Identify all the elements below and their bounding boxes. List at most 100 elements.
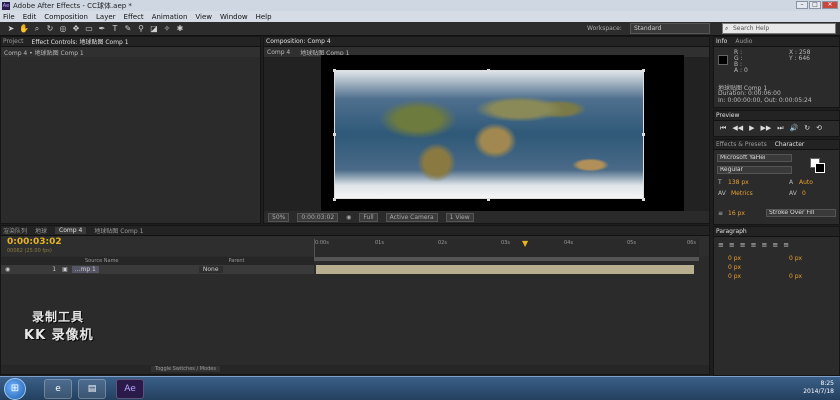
menu-edit[interactable]: Edit <box>23 13 37 21</box>
playhead-icon[interactable]: ▼ <box>522 239 528 248</box>
menu-layer[interactable]: Layer <box>96 13 116 21</box>
align-left-icon[interactable]: ≡ <box>718 241 724 249</box>
tab-effects-presets[interactable]: Effects & Presets <box>716 141 767 148</box>
font-size-value[interactable]: 138 px <box>728 179 749 186</box>
tab-project[interactable]: Project <box>3 38 24 45</box>
next-frame-button[interactable]: ▶▶ <box>760 124 771 133</box>
toggle-switches-modes-button[interactable]: Toggle Switches / Modes <box>151 366 220 372</box>
pan-behind-tool-icon[interactable]: ✥ <box>71 24 81 34</box>
tab-preview[interactable]: Preview <box>716 112 739 119</box>
align-center-icon[interactable]: ≡ <box>729 241 735 249</box>
transform-handle[interactable] <box>642 69 645 72</box>
work-area-bar[interactable] <box>314 257 699 261</box>
transform-handle[interactable] <box>333 198 336 201</box>
indent-left-value[interactable]: 0 px <box>728 255 741 262</box>
hand-tool-icon[interactable]: ✋ <box>19 24 29 34</box>
system-clock[interactable]: 8:25 2014/7/18 <box>803 380 834 396</box>
transform-handle[interactable] <box>642 198 645 201</box>
clone-tool-icon[interactable]: ⚲ <box>136 24 146 34</box>
justify-center-icon[interactable]: ≡ <box>762 241 768 249</box>
start-button[interactable]: ⊞ <box>4 378 26 400</box>
file-explorer-icon[interactable]: ▤ <box>78 379 106 399</box>
font-family-select[interactable]: Microsoft YaHei <box>717 154 792 162</box>
world-map-layer[interactable] <box>334 70 644 199</box>
resolution-select[interactable]: Full <box>359 212 378 222</box>
align-right-icon[interactable]: ≡ <box>740 241 746 249</box>
eraser-tool-icon[interactable]: ◪ <box>149 24 159 34</box>
tab-composition[interactable]: Composition: Comp 4 <box>266 38 331 45</box>
tab-comp4[interactable]: Comp 4 <box>55 227 87 234</box>
zoom-select[interactable]: 50% <box>268 212 290 222</box>
tab-info[interactable]: Info <box>716 38 727 45</box>
transform-handle[interactable] <box>487 198 490 201</box>
rotate-tool-icon[interactable]: ↻ <box>45 24 55 34</box>
first-frame-button[interactable]: ⏮ <box>720 124 726 133</box>
stroke-color-swatch[interactable] <box>815 163 825 173</box>
justify-right-icon[interactable]: ≡ <box>772 241 778 249</box>
camera-tool-icon[interactable]: ◎ <box>58 24 68 34</box>
close-button[interactable]: ✕ <box>822 1 838 9</box>
loop-button[interactable]: ↻ <box>804 124 810 133</box>
tab-audio[interactable]: Audio <box>735 38 752 45</box>
tab-character[interactable]: Character <box>775 141 805 148</box>
time-ruler[interactable]: 0:00s 01s 02s 03s 04s 05s 06s ▼ <box>314 239 699 257</box>
play-button[interactable]: ▶ <box>749 124 754 133</box>
current-time[interactable]: 0:00:03:02 <box>7 237 62 247</box>
tab-effect-controls[interactable]: Effect Controls: 地球贴图 Comp 1 <box>32 37 129 46</box>
workspace-select[interactable]: Standard <box>630 23 710 34</box>
font-style-select[interactable]: Regular <box>717 166 792 174</box>
indent-right-value[interactable]: 0 px <box>789 255 802 262</box>
previous-frame-button[interactable]: ◀◀ <box>732 124 743 133</box>
last-frame-button[interactable]: ⏭ <box>777 124 783 133</box>
transform-handle[interactable] <box>642 133 645 136</box>
minimize-button[interactable]: – <box>796 1 808 9</box>
views-select[interactable]: 1 View <box>445 212 474 222</box>
after-effects-taskbar-icon[interactable]: Ae <box>116 379 144 399</box>
visibility-eye-icon[interactable]: ◉ <box>5 266 10 273</box>
stroke-width-value[interactable]: 16 px <box>728 210 745 217</box>
maximize-button[interactable]: □ <box>809 1 821 9</box>
type-tool-icon[interactable]: T <box>110 24 120 34</box>
parent-select[interactable]: None <box>198 266 223 273</box>
leading-value[interactable]: Auto <box>799 179 813 186</box>
ram-preview-button[interactable]: ⟲ <box>816 124 822 133</box>
camera-select[interactable]: Active Camera <box>385 212 438 222</box>
layer-row[interactable]: ◉ 1 ▣ ...mp 1 None <box>1 265 314 274</box>
tab-render-queue[interactable]: 渲染队列 <box>3 226 27 235</box>
menu-file[interactable]: File <box>3 13 15 21</box>
selection-tool-icon[interactable]: ➤ <box>6 24 16 34</box>
menu-animation[interactable]: Animation <box>152 13 188 21</box>
viewer-canvas[interactable] <box>264 55 709 213</box>
rectangle-tool-icon[interactable]: ▭ <box>84 24 94 34</box>
zoom-tool-icon[interactable]: ⌕ <box>32 24 42 34</box>
menu-help[interactable]: Help <box>256 13 272 21</box>
subtab-comp4[interactable]: Comp 4 <box>267 49 290 56</box>
space-before-value[interactable]: 0 px <box>728 273 741 280</box>
transform-handle[interactable] <box>487 69 490 72</box>
justify-all-icon[interactable]: ≡ <box>783 241 789 249</box>
tab-paragraph[interactable]: Paragraph <box>716 228 747 235</box>
stroke-mode-select[interactable]: Stroke Over Fill <box>766 209 836 217</box>
justify-left-icon[interactable]: ≡ <box>751 241 757 249</box>
viewer-timecode[interactable]: 0:00:03:02 <box>297 212 339 222</box>
tracking-value[interactable]: 0 <box>802 190 806 197</box>
menu-window[interactable]: Window <box>220 13 248 21</box>
puppet-tool-icon[interactable]: ✱ <box>175 24 185 34</box>
pen-tool-icon[interactable]: ✒ <box>97 24 107 34</box>
menu-effect[interactable]: Effect <box>124 13 144 21</box>
tab-earth-map-comp[interactable]: 地球贴图 Comp 1 <box>94 226 143 235</box>
tab-earth[interactable]: 地球 <box>35 226 47 235</box>
roto-tool-icon[interactable]: ✧ <box>162 24 172 34</box>
layer-name[interactable]: ...mp 1 <box>71 266 99 273</box>
kerning-value[interactable]: Metrics <box>731 190 753 197</box>
space-after-value[interactable]: 0 px <box>789 273 802 280</box>
layer-duration-bar[interactable] <box>316 265 694 274</box>
brush-tool-icon[interactable]: ✎ <box>123 24 133 34</box>
menu-composition[interactable]: Composition <box>44 13 88 21</box>
menu-view[interactable]: View <box>195 13 212 21</box>
ie-browser-icon[interactable]: e <box>44 379 72 399</box>
indent-first-value[interactable]: 0 px <box>728 264 741 271</box>
transform-handle[interactable] <box>333 133 336 136</box>
transform-handle[interactable] <box>333 69 336 72</box>
camera-snapshot-icon[interactable]: ◉ <box>346 214 351 221</box>
